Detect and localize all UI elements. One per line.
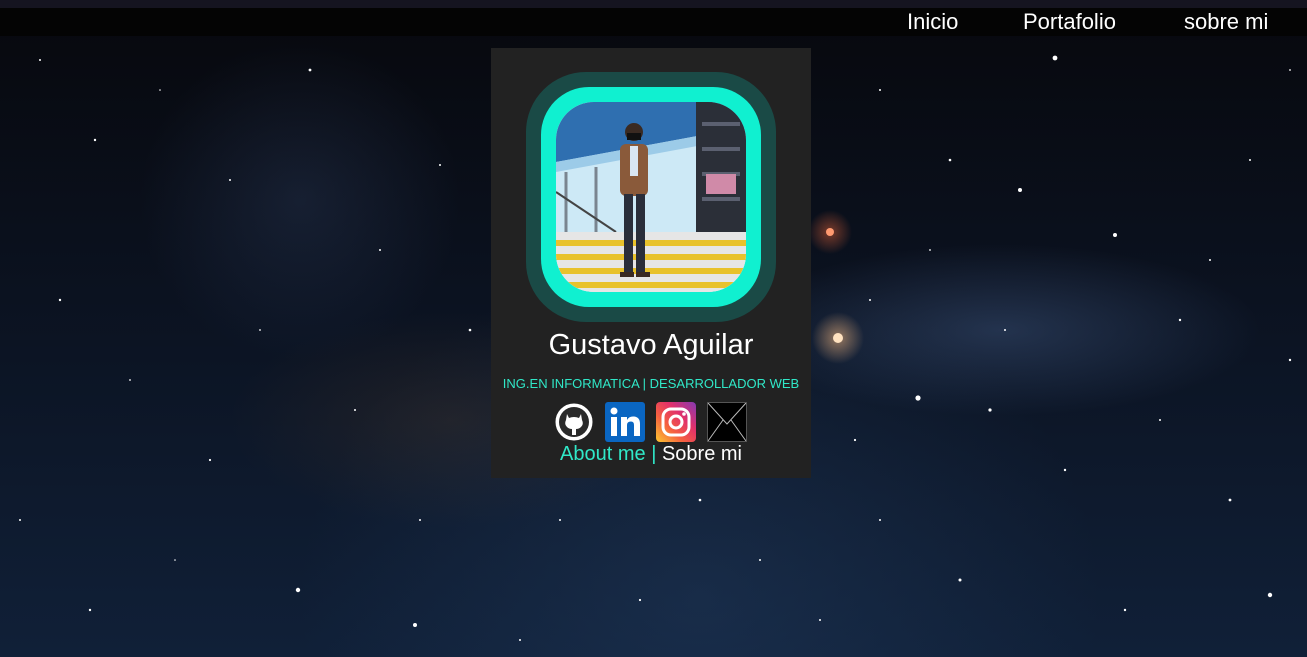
- instagram-icon[interactable]: [656, 402, 696, 442]
- about-me-link[interactable]: About me: [560, 443, 646, 465]
- profile-name: Gustavo Aguilar: [548, 329, 754, 361]
- github-icon[interactable]: [554, 402, 594, 442]
- profile-photo-illustration: [556, 102, 746, 292]
- top-navbar: Inicio Portafolio sobre mi: [0, 8, 1307, 36]
- top-strip: [0, 0, 1307, 8]
- profile-subtitle: ING.EN INFORMATICA | DESARROLLADOR WEB: [502, 376, 800, 391]
- avatar-frame-inner: [541, 87, 761, 307]
- nav-link-sobre-mi[interactable]: sobre mi: [1184, 9, 1268, 35]
- avatar-photo: [556, 102, 746, 292]
- nav-link-portafolio[interactable]: Portafolio: [1023, 9, 1116, 35]
- linkedin-icon[interactable]: [605, 402, 645, 442]
- profile-card: Gustavo Aguilar ING.EN INFORMATICA | DES…: [491, 48, 811, 478]
- about-separator: |: [651, 443, 657, 465]
- nav-link-inicio[interactable]: Inicio: [907, 9, 958, 35]
- social-links: [554, 402, 754, 444]
- about-links: About me | Sobre mi: [491, 442, 811, 466]
- avatar-frame-outer: [526, 72, 776, 322]
- sobre-mi-link[interactable]: Sobre mi: [662, 443, 742, 465]
- email-icon[interactable]: [707, 402, 747, 442]
